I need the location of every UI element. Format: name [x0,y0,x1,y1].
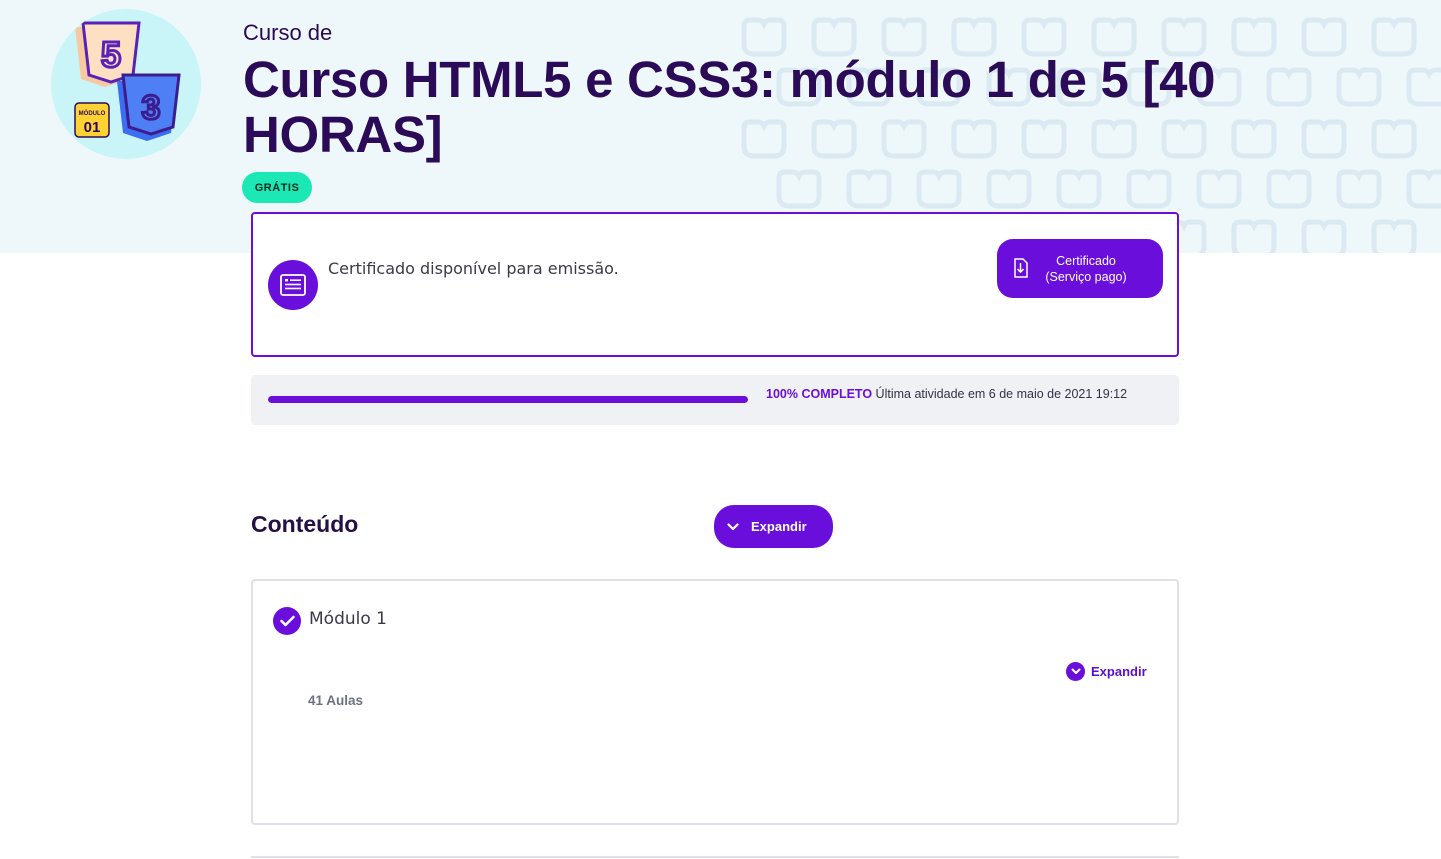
progress-status: 100% COMPLETO Última atividade em 6 de m… [766,387,1127,401]
svg-text:5: 5 [101,34,121,75]
last-activity: Última atividade em 6 de maio de 2021 19… [875,387,1128,401]
svg-text:MÓDULO: MÓDULO [79,109,106,117]
progress-bar-fill [268,396,748,403]
progress-panel: 100% COMPLETO Última atividade em 6 de m… [251,375,1179,425]
page-title: Curso HTML5 e CSS3: módulo 1 de 5 [40 HO… [243,51,1216,163]
svg-text:01: 01 [84,119,101,136]
chevron-down-icon [1066,662,1085,681]
expand-all-label: Expandir [751,519,807,534]
course-kicker: Curso de [243,20,333,45]
progress-bar [268,396,748,403]
module-card: Módulo 1 Expandir 41 Aulas [251,579,1179,825]
download-file-icon [1014,258,1028,278]
module-expand-label: Expandir [1091,664,1147,679]
module-tag: MÓDULO 01 [74,102,110,138]
module-expand-button[interactable]: Expandir [1066,662,1147,681]
content-section-title: Conteúdo [251,511,359,537]
certificate-button-sublabel: (Serviço pago) [1045,269,1127,284]
free-badge: GRÁTIS [242,172,312,203]
expand-all-button[interactable]: Expandir [714,505,833,548]
certificate-icon [268,260,318,310]
css3-icon: 3 [117,73,181,141]
certificate-button-label: Certificado [1056,253,1116,268]
certificate-message: Certificado disponível para emissão. [328,259,619,278]
certificate-card: Certificado disponível para emissão. Cer… [251,212,1179,357]
progress-percent: 100% COMPLETO [766,387,873,401]
svg-text:3: 3 [142,89,161,127]
module-title[interactable]: Módulo 1 [309,609,387,629]
chevron-down-icon [727,522,739,531]
course-logo: 5 3 MÓDULO 01 [51,9,201,159]
module-lesson-count: 41 Aulas [308,693,364,708]
certificate-button[interactable]: Certificado (Serviço pago) [997,239,1163,298]
completed-check-icon [273,607,301,635]
